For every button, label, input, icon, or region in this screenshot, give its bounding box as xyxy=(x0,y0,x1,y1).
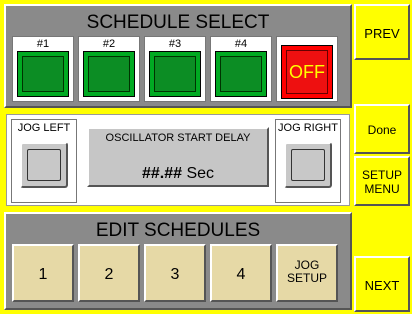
jog-left-label: JOG LEFT xyxy=(17,122,71,134)
next-button[interactable]: NEXT xyxy=(354,256,410,312)
schedule-slot-2: #2 xyxy=(78,36,140,102)
schedule-slot-1: #1 xyxy=(12,36,74,102)
oscillator-value-unit: Sec xyxy=(186,165,215,182)
edit-schedules-title: EDIT SCHEDULES xyxy=(95,220,261,241)
edit-button-label: 1 xyxy=(38,266,48,283)
schedule-2-button[interactable] xyxy=(83,51,135,97)
edit-schedule-3-button[interactable]: 3 xyxy=(144,244,206,302)
schedule-off-slot: OFF xyxy=(276,36,338,102)
jog-right-label: JOG RIGHT xyxy=(278,122,338,134)
prev-button[interactable]: PREV xyxy=(354,4,410,60)
schedule-4-button[interactable] xyxy=(215,51,267,97)
edit-schedule-4-button[interactable]: 4 xyxy=(210,244,272,302)
schedule-3-button[interactable] xyxy=(149,51,201,97)
schedule-slot-4: #4 xyxy=(210,36,272,102)
next-label: NEXT xyxy=(364,278,400,293)
schedule-off-button[interactable]: OFF xyxy=(281,45,333,99)
off-label: OFF xyxy=(289,62,325,82)
schedule-slot-label: #3 xyxy=(168,38,182,50)
jog-left-box: JOG LEFT xyxy=(11,119,77,203)
edit-schedules-panel: EDIT SCHEDULES 1 2 3 4 JOG SETUP xyxy=(4,212,352,310)
edit-schedule-1-button[interactable]: 1 xyxy=(12,244,74,302)
edit-schedule-2-button[interactable]: 2 xyxy=(78,244,140,302)
setup-menu-line-1: SETUP xyxy=(361,168,402,182)
schedule-slot-label: #4 xyxy=(234,38,248,50)
edit-button-label: 2 xyxy=(104,266,114,283)
schedule-slot-3: #3 xyxy=(144,36,206,102)
jog-panel: JOG LEFT OSCILLATOR START DELAY ##.## Se… xyxy=(6,114,350,206)
oscillator-start-delay-display: OSCILLATOR START DELAY ##.## Sec xyxy=(87,127,269,187)
done-button[interactable]: Done xyxy=(354,104,410,154)
oscillator-start-delay-label: OSCILLATOR START DELAY xyxy=(105,132,251,144)
edit-button-label: 3 xyxy=(170,266,180,283)
schedule-select-panel: SCHEDULE SELECT #1 #2 #3 #4 OFF xyxy=(4,4,352,108)
jog-right-box: JOG RIGHT xyxy=(275,119,341,203)
setup-menu-label: SETUP MENU xyxy=(356,168,408,196)
jog-right-button[interactable] xyxy=(284,142,332,188)
schedule-slot-label: #1 xyxy=(36,38,50,50)
schedule-slot-label: #2 xyxy=(102,38,116,50)
jog-setup-button[interactable]: JOG SETUP xyxy=(276,244,338,302)
prev-label: PREV xyxy=(364,26,400,41)
jog-setup-label: JOG SETUP xyxy=(278,259,336,285)
edit-button-label: 4 xyxy=(236,266,246,283)
done-label: Done xyxy=(367,123,397,137)
schedule-1-button[interactable] xyxy=(17,51,69,97)
oscillator-value-number: ##.## xyxy=(141,165,182,182)
schedule-select-title: SCHEDULE SELECT xyxy=(86,12,270,33)
setup-menu-button[interactable]: SETUP MENU xyxy=(354,156,410,206)
oscillator-start-delay-value: ##.## Sec xyxy=(89,165,267,183)
setup-menu-line-2: MENU xyxy=(364,182,400,196)
jog-left-button[interactable] xyxy=(20,142,68,188)
jog-setup-line-2: SETUP xyxy=(286,271,327,285)
